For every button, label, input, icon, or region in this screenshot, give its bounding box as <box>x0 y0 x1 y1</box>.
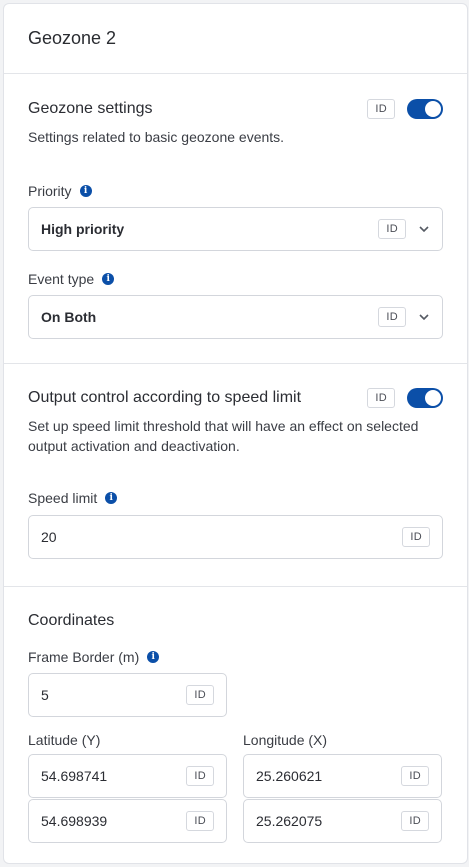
frame-border-label: Frame Border (m) <box>28 649 140 665</box>
priority-label-row: Priority i <box>28 183 443 199</box>
info-icon[interactable]: i <box>102 273 115 285</box>
event-type-value: On Both <box>41 309 97 325</box>
id-badge[interactable]: ID <box>367 388 395 408</box>
frame-border-value: 5 <box>41 687 49 703</box>
speed-limit-label: Speed limit <box>28 490 98 506</box>
geozone-settings-section: Geozone settings ID Settings related to … <box>4 74 467 364</box>
info-icon[interactable]: i <box>147 651 160 663</box>
output-control-description: Set up speed limit threshold that will h… <box>28 418 419 454</box>
coordinate-row-2: 54.698939 ID 25.262075 ID <box>28 799 443 843</box>
frame-border-label-row: Frame Border (m) i <box>28 649 443 665</box>
event-type-label-row: Event type i <box>28 271 443 287</box>
longitude-input-1[interactable]: 25.260621 ID <box>243 754 442 798</box>
longitude-input-2[interactable]: 25.262075 ID <box>243 799 442 843</box>
id-badge[interactable]: ID <box>402 527 430 547</box>
geozone-settings-description: Settings related to basic geozone events… <box>28 129 285 145</box>
longitude-value: 25.262075 <box>256 813 323 829</box>
panel-header: Geozone 2 <box>4 4 467 74</box>
chevron-down-icon[interactable] <box>418 223 430 235</box>
latitude-value: 54.698741 <box>41 768 108 784</box>
id-badge[interactable]: ID <box>186 766 214 786</box>
output-control-toggle[interactable] <box>407 388 443 408</box>
output-control-section: Output control according to speed limit … <box>4 364 467 587</box>
toggle-knob <box>425 390 441 406</box>
latitude-value: 54.698939 <box>41 813 108 829</box>
frame-border-input[interactable]: 5 ID <box>28 673 227 717</box>
latitude-input-2[interactable]: 54.698939 ID <box>28 799 227 843</box>
lat-long-labels: Latitude (Y) Longitude (X) <box>28 732 443 748</box>
coordinates-section: Coordinates Frame Border (m) i 5 ID Lati… <box>4 587 467 843</box>
priority-select[interactable]: High priority ID <box>28 207 443 251</box>
geozone-panel: Geozone 2 Geozone settings ID Settings r… <box>3 3 468 864</box>
info-icon[interactable]: i <box>105 492 118 504</box>
coordinates-title: Coordinates <box>28 612 115 629</box>
latitude-label: Latitude (Y) <box>28 732 101 748</box>
event-type-label: Event type <box>28 271 95 287</box>
id-badge[interactable]: ID <box>401 766 429 786</box>
longitude-value: 25.260621 <box>256 768 323 784</box>
event-type-select[interactable]: On Both ID <box>28 295 443 339</box>
chevron-down-icon[interactable] <box>418 311 430 323</box>
latitude-input-1[interactable]: 54.698741 ID <box>28 754 227 798</box>
speed-limit-value: 20 <box>41 529 57 545</box>
page-title: Geozone 2 <box>28 28 117 48</box>
priority-value: High priority <box>41 221 125 237</box>
speed-limit-label-row: Speed limit i <box>28 490 443 506</box>
coordinate-row-1: 54.698741 ID 25.260621 ID <box>28 754 443 798</box>
id-badge[interactable]: ID <box>186 685 214 705</box>
output-control-title: Output control according to speed limit <box>28 389 302 406</box>
id-badge[interactable]: ID <box>378 307 406 327</box>
id-badge[interactable]: ID <box>367 99 395 119</box>
id-badge[interactable]: ID <box>401 811 429 831</box>
geozone-settings-title: Geozone settings <box>28 100 153 117</box>
geozone-settings-toggle[interactable] <box>407 99 443 119</box>
toggle-knob <box>425 101 441 117</box>
longitude-label: Longitude (X) <box>243 732 328 748</box>
priority-label: Priority <box>28 183 72 199</box>
speed-limit-input[interactable]: 20 ID <box>28 515 443 559</box>
id-badge[interactable]: ID <box>378 219 406 239</box>
info-icon[interactable]: i <box>79 185 92 197</box>
id-badge[interactable]: ID <box>186 811 214 831</box>
